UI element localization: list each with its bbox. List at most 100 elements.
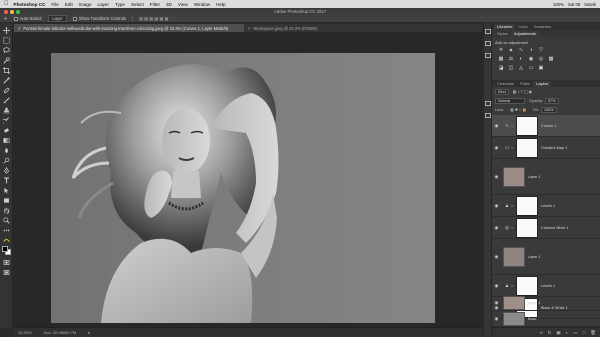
brush-tool-icon[interactable] xyxy=(2,96,11,105)
menu-file[interactable]: File xyxy=(51,2,58,7)
menu-filter[interactable]: Filter xyxy=(150,2,160,7)
link-icon[interactable]: ∞ xyxy=(511,204,515,208)
tab-adjustments[interactable]: Adjustments xyxy=(510,31,539,37)
lasso-tool-icon[interactable] xyxy=(2,46,11,55)
menu-view[interactable]: View xyxy=(178,2,188,7)
link-icon[interactable]: ∞ xyxy=(511,284,515,288)
transform-controls-checkbox[interactable]: Show Transform Controls xyxy=(72,16,126,21)
visibility-eye-icon[interactable]: ◉ xyxy=(493,174,500,179)
apple-icon[interactable]:  xyxy=(4,1,9,7)
type-tool-icon[interactable] xyxy=(2,176,11,185)
delete-layer-icon[interactable]: 🗑 xyxy=(590,330,596,336)
eraser-tool-icon[interactable] xyxy=(2,126,11,135)
zoom-tool-icon[interactable] xyxy=(2,216,11,225)
align-icons[interactable]: ▤ ▤ ▤ ▤ ▤ ▤ xyxy=(139,16,169,21)
menu-app[interactable]: Photoshop CC xyxy=(14,2,46,7)
layer-row[interactable]: ◉ Base xyxy=(492,311,600,327)
document-size[interactable]: Doc: 20.0M/69.7M xyxy=(44,330,77,335)
layer-row[interactable]: ◉ ▲ ∞ Levels 1 xyxy=(492,195,600,217)
zoom-level[interactable]: 33.33% xyxy=(18,330,32,335)
menu-window[interactable]: Window xyxy=(194,2,210,7)
visibility-eye-icon[interactable]: ◉ xyxy=(493,316,500,321)
new-group-icon[interactable]: ▭ xyxy=(573,330,577,336)
pen-tool-icon[interactable] xyxy=(2,166,11,175)
move-tool-icon[interactable] xyxy=(2,26,11,35)
layer-name[interactable]: Layer 1 xyxy=(528,255,541,259)
layer-thumbnail[interactable] xyxy=(503,166,525,187)
visibility-eye-icon[interactable]: ◉ xyxy=(493,225,500,230)
properties-panel-icon[interactable] xyxy=(485,41,491,46)
quick-select-tool-icon[interactable] xyxy=(2,56,11,65)
document-tab-active[interactable]: × Portrait-female-fullcolor-withwardrobe-… xyxy=(14,24,244,32)
menu-3d[interactable]: 3D xyxy=(166,2,172,7)
battery-status[interactable]: 100% xyxy=(553,2,564,7)
color-balance-icon[interactable]: ⚖ xyxy=(508,56,514,62)
channel-mixer-icon[interactable]: ◎ xyxy=(538,56,544,62)
menu-edit[interactable]: Edit xyxy=(65,2,73,7)
canvas-area[interactable] xyxy=(14,32,482,327)
layer-name[interactable]: Channel Mixer 1 xyxy=(541,226,569,230)
zoom-window-button[interactable] xyxy=(16,9,20,14)
layer-thumbnail[interactable] xyxy=(503,295,525,310)
close-tab-icon[interactable]: × xyxy=(18,26,20,31)
tab-styles[interactable]: Styles xyxy=(494,31,511,37)
layer-row[interactable]: ◉ Layer 1 xyxy=(492,159,600,195)
tab-swatches[interactable]: Swatches xyxy=(531,24,554,30)
rectangle-tool-icon[interactable] xyxy=(2,196,11,205)
brightness-icon[interactable]: ☀ xyxy=(498,47,504,53)
screen-mode-icon[interactable] xyxy=(2,268,11,277)
curves-icon[interactable]: ∿ xyxy=(518,47,524,53)
photo-filter-icon[interactable]: ◉ xyxy=(528,56,534,62)
exposure-icon[interactable]: ◑ xyxy=(528,47,534,53)
history-panel-icon[interactable] xyxy=(485,29,491,34)
layer-name[interactable]: Levels 1 xyxy=(541,284,555,288)
layer-row[interactable]: ◉ ◎ ∞ Channel Mixer 1 xyxy=(492,217,600,239)
layer-mask-thumbnail[interactable] xyxy=(516,195,538,216)
visibility-eye-icon[interactable]: ◉ xyxy=(493,300,500,305)
minimize-window-button[interactable] xyxy=(10,9,14,14)
close-window-button[interactable] xyxy=(4,9,8,14)
invert-icon[interactable]: ◪ xyxy=(498,65,504,71)
more-tools-icon[interactable] xyxy=(2,226,11,235)
path-selection-tool-icon[interactable] xyxy=(2,186,11,195)
layer-thumbnail[interactable] xyxy=(503,246,525,267)
visibility-eye-icon[interactable]: ◉ xyxy=(493,145,500,150)
layer-style-icon[interactable]: fx xyxy=(548,330,552,335)
layer-mask-thumbnail[interactable] xyxy=(516,115,538,136)
layer-row[interactable]: ◉ ▲ ∞ Levels 1 xyxy=(492,275,600,297)
blend-mode-dropdown[interactable]: Normal xyxy=(495,97,525,104)
layer-row[interactable]: ◉ Layer 1 xyxy=(492,239,600,275)
document-tab[interactable]: × Workspace.jpeg @ 33.3% (RGB/8) xyxy=(244,24,374,32)
marquee-tool-icon[interactable] xyxy=(2,36,11,45)
layer-row[interactable]: ◉ ▭ ∞ Gradient Map 1 xyxy=(492,137,600,159)
opacity-input[interactable]: 67% xyxy=(544,97,559,104)
history-brush-tool-icon[interactable] xyxy=(2,116,11,125)
new-layer-icon[interactable]: □ xyxy=(583,330,586,335)
vibrance-icon[interactable]: ▽ xyxy=(538,47,544,53)
layer-name[interactable]: Levels 1 xyxy=(541,204,555,208)
tab-color[interactable]: Color xyxy=(515,24,531,30)
canvas-photo[interactable] xyxy=(51,53,435,323)
kind-filter-dropdown[interactable]: Kind xyxy=(495,88,509,95)
gradient-tool-icon[interactable] xyxy=(2,136,11,145)
crop-tool-icon[interactable] xyxy=(2,66,11,75)
gradient-map-icon[interactable]: ▭ xyxy=(528,65,534,71)
healing-brush-tool-icon[interactable] xyxy=(2,86,11,95)
visibility-eye-icon[interactable]: ◉ xyxy=(493,254,500,259)
selective-color-icon[interactable]: ▣ xyxy=(538,65,544,71)
auto-select-checkbox[interactable]: Auto-Select: xyxy=(13,16,42,21)
layer-mask-thumbnail[interactable] xyxy=(516,217,538,238)
link-layers-icon[interactable]: ∞ xyxy=(540,330,543,335)
threshold-icon[interactable]: ◬ xyxy=(518,65,524,71)
clone-stamp-tool-icon[interactable] xyxy=(2,106,11,115)
quick-mask-icon[interactable] xyxy=(2,258,11,267)
layer-name[interactable]: Gradient Map 1 xyxy=(541,146,567,150)
character-panel-icon[interactable] xyxy=(485,101,491,106)
layer-name[interactable]: Curves 1 xyxy=(541,124,556,128)
filter-icons[interactable]: ▦ ◑ T ▢ ◉ xyxy=(513,89,532,94)
paragraph-panel-icon[interactable] xyxy=(485,113,491,118)
link-icon[interactable]: ∞ xyxy=(511,226,515,230)
hue-saturation-icon[interactable]: ▦ xyxy=(498,56,504,62)
levels-icon[interactable]: ▲ xyxy=(508,47,514,53)
user-name[interactable]: Satvik xyxy=(584,2,596,7)
